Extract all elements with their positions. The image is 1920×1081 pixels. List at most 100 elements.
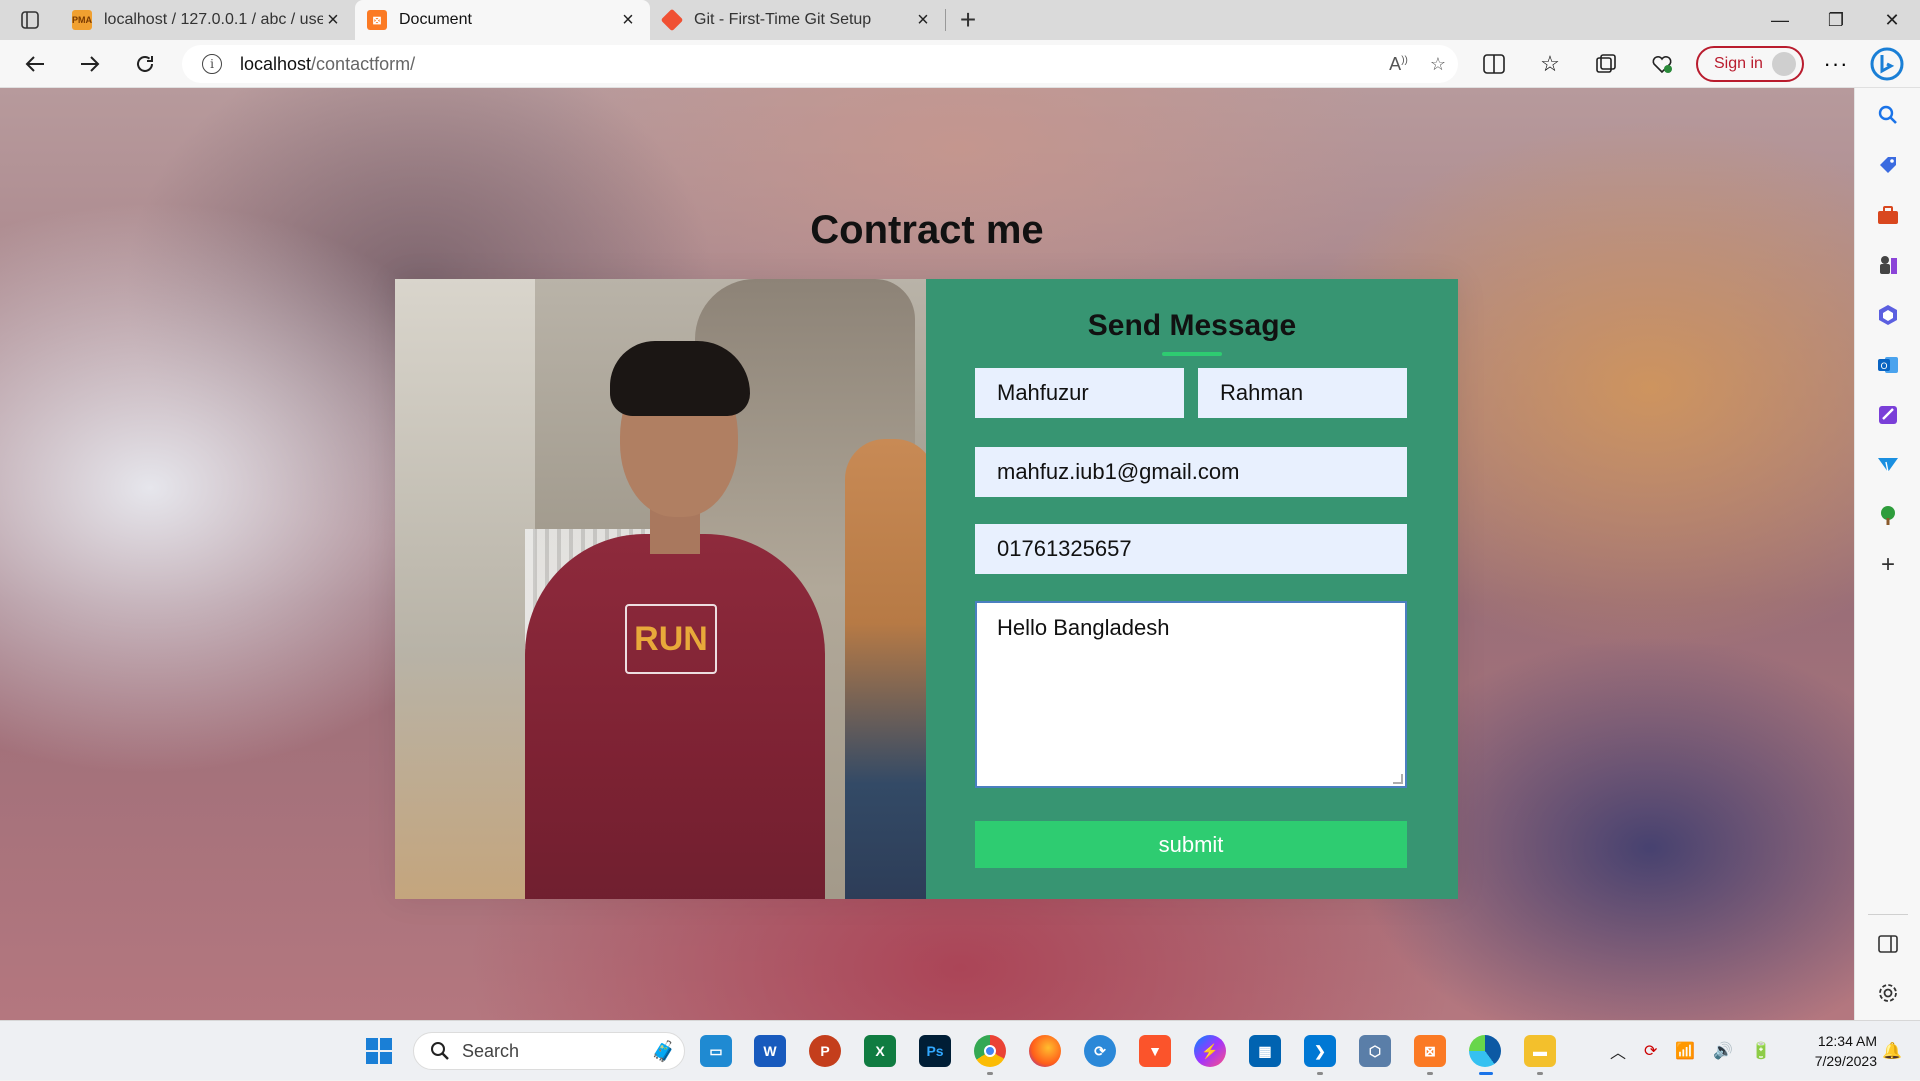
edge-sidebar: O + (1854, 88, 1920, 1020)
refresh-button[interactable] (117, 40, 172, 88)
photo-person-hair (610, 341, 750, 416)
firefox-icon[interactable] (1029, 1035, 1061, 1067)
submit-button[interactable]: submit (975, 821, 1407, 868)
sync-status-icon[interactable]: ⟳ (1644, 1041, 1657, 1061)
file-explorer-icon[interactable]: ▬ (1524, 1035, 1556, 1067)
tab-actions-button[interactable] (0, 0, 60, 40)
search-icon (431, 1042, 449, 1060)
form-heading: Send Message (1087, 309, 1297, 342)
windows-logo-icon (366, 1038, 392, 1064)
search-icon[interactable] (1876, 103, 1900, 127)
tree-icon[interactable] (1876, 503, 1900, 527)
close-icon[interactable]: × (913, 9, 933, 32)
wifi-icon[interactable]: 📶 (1675, 1041, 1695, 1061)
powerpoint-icon[interactable]: P (809, 1035, 841, 1067)
message-textarea[interactable]: Hello Bangladesh (975, 601, 1407, 788)
tools-briefcase-icon[interactable] (1876, 203, 1900, 227)
windows-taskbar: Search 🧳 ▭ W P X Ps ⟳ ▼ ⚡ ▦ ❯ ⬡ ⊠ ▬ ︿ ⟳ … (0, 1020, 1920, 1080)
tab-phpmyadmin[interactable]: PMA localhost / 127.0.0.1 / abc / users … (60, 0, 355, 40)
send-paper-plane-icon[interactable] (1876, 453, 1900, 477)
search-label: Search (462, 1040, 520, 1061)
vscode-icon[interactable]: ❯ (1304, 1035, 1336, 1067)
edge-icon[interactable] (1469, 1035, 1501, 1067)
browser-essentials-button[interactable] (1634, 40, 1690, 88)
tab-document[interactable]: ⊠ Document × (355, 0, 650, 40)
profile-photo: RUN (395, 279, 926, 899)
avatar (1772, 52, 1796, 76)
close-icon[interactable]: × (618, 9, 638, 32)
copilot-button[interactable] (1854, 40, 1920, 88)
excel-icon[interactable]: X (864, 1035, 896, 1067)
collections-icon (1596, 54, 1616, 73)
running-indicator (1427, 1072, 1433, 1075)
chrome-icon[interactable] (974, 1035, 1006, 1067)
message-text: Hello Bangladesh (997, 615, 1170, 640)
new-tab-button[interactable]: + (946, 0, 990, 40)
taskbar-clock[interactable]: 12:34 AM 7/29/2023 (1797, 1031, 1877, 1071)
restore-button[interactable]: ❐ (1808, 0, 1864, 40)
photoshop-icon[interactable]: Ps (919, 1035, 951, 1067)
running-indicator (987, 1072, 993, 1075)
back-button[interactable] (7, 40, 62, 88)
virtualbox-icon[interactable]: ⬡ (1359, 1035, 1391, 1067)
favorites-button[interactable]: ☆ (1522, 40, 1578, 88)
designer-icon[interactable] (1876, 403, 1900, 427)
sync-app-icon[interactable]: ⟳ (1084, 1035, 1116, 1067)
system-tray: ︿ ⟳ 📶 🔊 🔋 (1610, 1021, 1771, 1081)
battery-icon[interactable]: 🔋 (1751, 1041, 1771, 1061)
first-name-input[interactable]: Mahfuzur (975, 368, 1184, 418)
close-icon[interactable]: × (323, 9, 343, 32)
microsoft-365-icon[interactable] (1876, 303, 1900, 327)
chevron-up-icon[interactable]: ︿ (1610, 1039, 1626, 1063)
volume-icon[interactable]: 🔊 (1713, 1041, 1733, 1061)
xampp-icon[interactable]: ⊠ (1414, 1035, 1446, 1067)
back-arrow-icon (25, 55, 44, 72)
minimize-button[interactable]: — (1752, 0, 1808, 40)
resize-grip-icon[interactable] (1393, 774, 1403, 784)
tab-label: Document (399, 11, 472, 28)
tab-actions-icon (21, 11, 39, 29)
collections-button[interactable] (1578, 40, 1634, 88)
brave-icon[interactable]: ▼ (1139, 1035, 1171, 1067)
phone-input[interactable]: 01761325657 (975, 524, 1407, 574)
read-aloud-icon[interactable]: A)) (1389, 54, 1408, 75)
favorite-star-icon[interactable]: ☆ (1430, 54, 1446, 75)
sign-in-button[interactable]: Sign in (1696, 46, 1804, 82)
photo-background (395, 279, 535, 899)
desktop-app-icon[interactable]: ▭ (700, 1035, 732, 1067)
notification-bell-icon[interactable]: 🔔 (1882, 1041, 1902, 1061)
running-indicator (1537, 1072, 1543, 1075)
heading-underline (1162, 352, 1222, 356)
clock-date: 7/29/2023 (1814, 1053, 1877, 1069)
address-bar-actions: A)) ☆ (1389, 45, 1446, 83)
shopping-tag-icon[interactable] (1876, 153, 1900, 177)
email-input[interactable]: mahfuz.iub1@gmail.com (975, 447, 1407, 497)
add-sidebar-app-icon[interactable]: + (1876, 551, 1900, 578)
browser-toolbar: i localhost/contactform/ A)) ☆ ☆ Sign in… (0, 40, 1920, 88)
clock-time: 12:34 AM (1817, 1033, 1877, 1049)
last-name-input[interactable]: Rahman (1198, 368, 1407, 418)
address-bar[interactable]: i localhost/contactform/ A)) ☆ (182, 45, 1458, 83)
microsoft-store-icon[interactable]: ▦ (1249, 1035, 1281, 1067)
tab-git-setup[interactable]: Git - First-Time Git Setup × (650, 0, 945, 40)
gear-icon[interactable] (1876, 981, 1900, 1005)
forward-button[interactable] (62, 40, 117, 88)
hide-sidebar-icon[interactable] (1876, 932, 1900, 956)
outlook-icon[interactable]: O (1876, 353, 1900, 377)
plus-icon: + (959, 4, 977, 35)
git-icon (660, 8, 684, 32)
taskbar-search[interactable]: Search 🧳 (413, 1032, 685, 1070)
favorites-icon: ☆ (1540, 51, 1560, 76)
search-highlight-icon: 🧳 (651, 1040, 676, 1063)
word-icon[interactable]: W (754, 1035, 786, 1067)
tab-label: localhost / 127.0.0.1 / abc / users (104, 11, 323, 28)
start-button[interactable] (363, 1035, 395, 1067)
games-chess-icon[interactable] (1876, 253, 1900, 277)
close-window-button[interactable]: ✕ (1864, 0, 1920, 40)
site-info-icon[interactable]: i (202, 54, 222, 74)
window-controls: — ❐ ✕ (1752, 0, 1920, 40)
messenger-icon[interactable]: ⚡ (1194, 1035, 1226, 1067)
shirt-print: RUN (625, 604, 717, 674)
tab-label: Git - First-Time Git Setup (694, 11, 872, 28)
split-screen-button[interactable] (1466, 40, 1522, 88)
